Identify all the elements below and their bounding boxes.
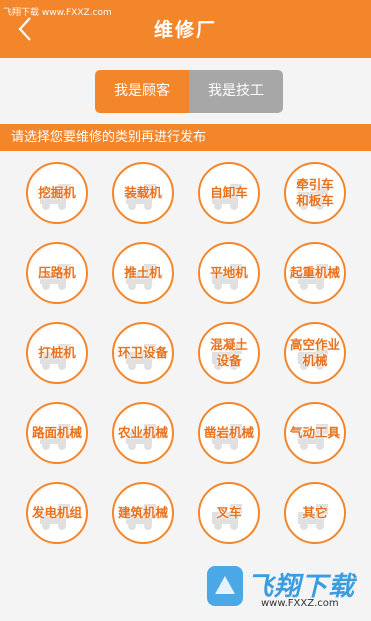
category-label: 其它 [302,505,328,520]
category-label: 叉车 [216,505,242,520]
category-label: 路面机械 [31,425,82,440]
page-title: 维修厂 [153,19,217,41]
category-item[interactable]: 推土机 [112,242,174,304]
category-label: 装载机 [124,185,162,200]
role-toggle: 我是顾客 我是技工 [95,70,283,113]
category-label: 凿岩机械 [203,425,254,440]
category-label: 发电机组 [31,505,82,520]
category-item[interactable]: 叉车 [198,482,260,544]
logo-url: www.FXXZ.com [261,598,339,609]
category-item[interactable]: 挖掘机 [26,162,88,224]
category-item[interactable]: 凿岩机械 [198,402,260,464]
category-item[interactable]: 压路机 [26,242,88,304]
category-label: 环卫设备 [117,345,168,360]
category-item[interactable]: 高空作业 机械 [284,322,346,384]
instruction-banner: 请选择您要维修的类别再进行发布 [0,124,371,151]
category-label: 压路机 [38,265,76,280]
category-item[interactable]: 自卸车 [198,162,260,224]
category-item[interactable]: 农业机械 [112,402,174,464]
category-item[interactable]: 路面机械 [26,402,88,464]
category-label: 混凝土 设备 [210,337,248,368]
category-item[interactable]: 打桩机 [26,322,88,384]
category-item[interactable]: 混凝土 设备 [198,322,260,384]
category-item[interactable]: 牵引车 和板车 [284,162,346,224]
category-item[interactable]: 气动工具 [284,402,346,464]
category-item[interactable]: 起重机械 [284,242,346,304]
category-item[interactable]: 环卫设备 [112,322,174,384]
category-label: 牵引车 和板车 [296,177,334,208]
category-grid: 挖掘机 装载机 自卸车 牵引车 和板车压路机 推土机 平地机 起重机械打桩机 环卫设备 混凝土 … [20,162,360,552]
category-label: 推土机 [124,265,162,280]
technician-tab[interactable]: 我是技工 [189,70,283,113]
category-label: 打桩机 [38,345,76,360]
category-label: 平地机 [210,265,248,280]
category-item[interactable]: 装载机 [112,162,174,224]
logo-icon [207,566,243,606]
category-item[interactable]: 其它 [284,482,346,544]
category-label: 气动工具 [289,425,340,440]
brand-logo: 飞翔下载 www.FXXZ.com [205,562,365,614]
category-label: 自卸车 [210,185,248,200]
header-bar: 飞翔下载 www.FXXZ.com 维修厂 [0,0,371,58]
category-item[interactable]: 发电机组 [26,482,88,544]
category-item[interactable]: 平地机 [198,242,260,304]
category-item[interactable]: 建筑机械 [112,482,174,544]
category-label: 高空作业 机械 [289,337,340,368]
category-label: 农业机械 [117,425,168,440]
customer-tab[interactable]: 我是顾客 [95,70,189,113]
category-label: 起重机械 [289,265,340,280]
category-label: 建筑机械 [117,505,168,520]
category-label: 挖掘机 [38,185,76,200]
